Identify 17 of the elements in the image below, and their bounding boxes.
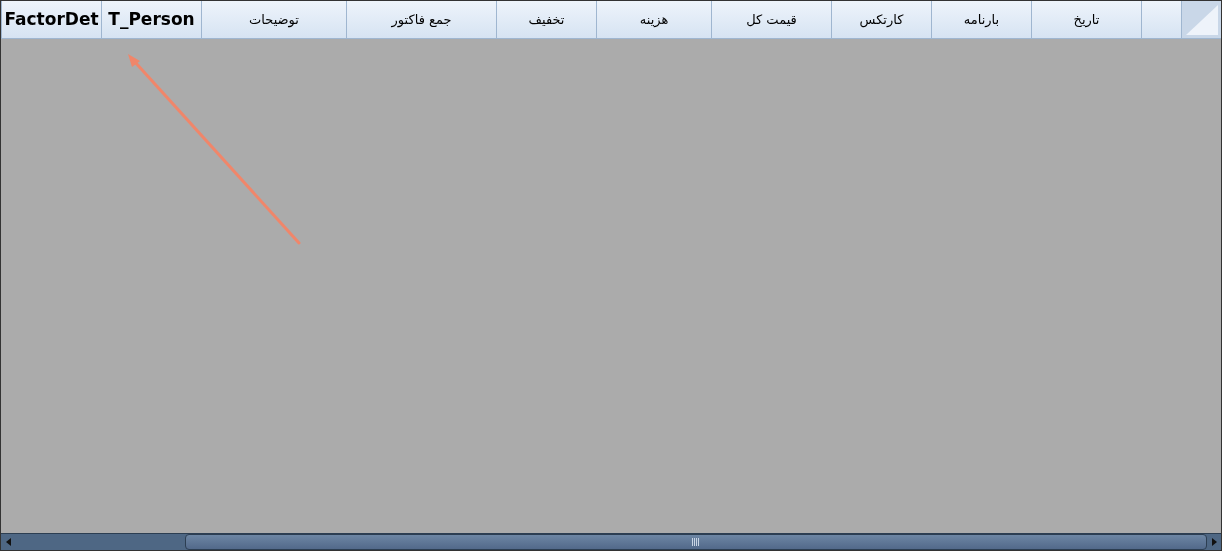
left-arrow-icon [5,538,11,546]
column-header[interactable]: توضیحات [201,1,346,38]
column-header[interactable]: قیمت کل [711,1,831,38]
column-header[interactable]: کارتکس [831,1,931,38]
column-header[interactable]: هزینه [596,1,711,38]
column-header[interactable]: تاریخ [1031,1,1141,38]
horizontal-scrollbar[interactable] [1,533,1221,550]
corner-triangle-icon [1185,4,1218,35]
select-all-corner[interactable] [1181,1,1221,38]
scroll-thumb[interactable] [185,534,1207,550]
column-header[interactable]: FactorDet [1,1,101,38]
right-arrow-icon [1211,538,1217,546]
column-header[interactable]: بارنامه [931,1,1031,38]
column-header[interactable]: تخفیف [496,1,596,38]
grip-icon [692,538,700,546]
column-header[interactable]: T_Person [101,1,201,38]
column-header[interactable]: جمع فاکتور [346,1,496,38]
